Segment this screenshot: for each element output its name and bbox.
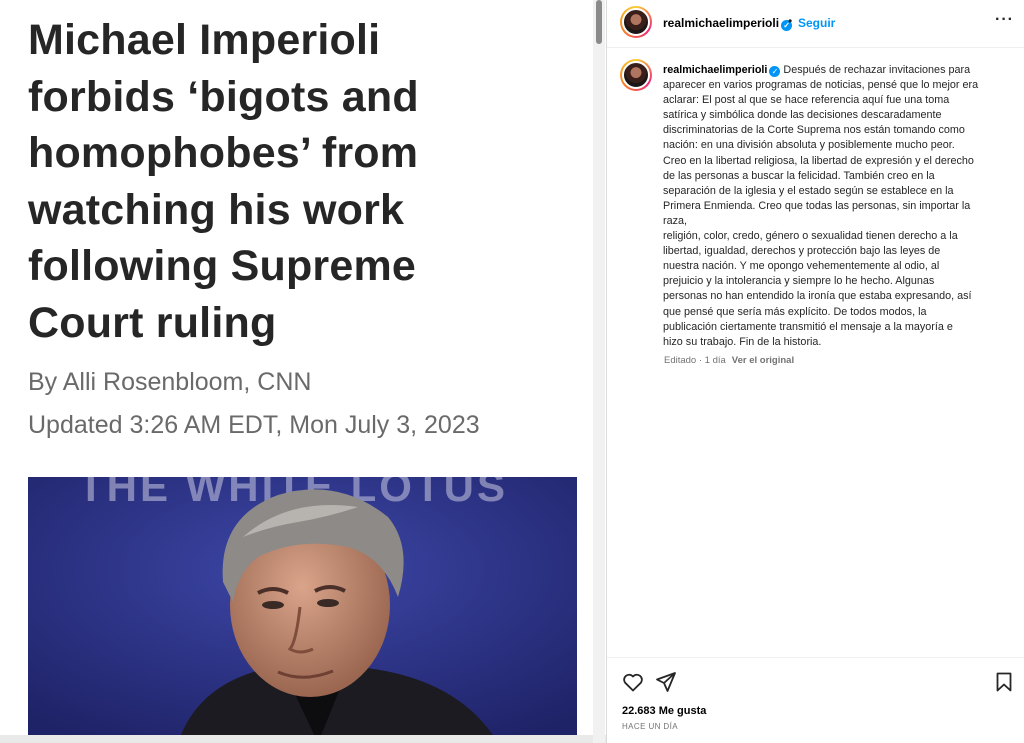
instagram-post-panel: realmichaelimperioli ✓ • Seguir ··· realm…	[606, 0, 1024, 743]
caption-avatar[interactable]	[620, 59, 652, 91]
caption-line: discriminatorias de la Corte Suprema nos…	[663, 124, 965, 137]
verified-badge-icon: ✓	[769, 66, 781, 77]
share-send-icon[interactable]	[654, 670, 678, 694]
headline-line: homophobes’ from	[28, 129, 419, 178]
separator-dot: •	[788, 14, 793, 28]
post-actions: 22.683 Me gusta HACE UN DÍA	[607, 657, 1024, 743]
caption-text: Después de rechazar invitaciones para	[783, 64, 971, 76]
caption-line: nación: en una división absoluta y posib…	[663, 139, 955, 152]
more-options-icon[interactable]: ···	[995, 11, 1014, 29]
likes-count[interactable]: 22.683 Me gusta	[622, 705, 706, 717]
headline-line: Court ruling	[28, 298, 277, 347]
caption-username[interactable]: realmichaelimperioli	[663, 64, 767, 76]
caption-line: raza,	[663, 214, 688, 227]
caption-meta: Editado · 1 día Ver el original	[664, 355, 794, 366]
see-original-link[interactable]: Ver el original	[732, 355, 794, 366]
post-timestamp: HACE UN DÍA	[622, 722, 678, 731]
caption-line: nuestra nación. Y me opongo vehementemen…	[663, 260, 940, 273]
caption-line: Creo en la libertad religiosa, la libert…	[663, 154, 974, 167]
article-headline: Michael Imperioli forbids ‘bigots and ho…	[28, 12, 588, 352]
caption-line: religión, color, credo, género o sexuali…	[663, 230, 958, 243]
post-caption: realmichaelimperioli ✓ Después de rechaza…	[663, 63, 1009, 350]
edited-label: Editado · 1 día	[664, 355, 726, 366]
caption-line: libertad, igualdad, derechos y protecció…	[663, 245, 941, 258]
article-photo: THE WHITE LOTUS	[28, 477, 577, 743]
caption-line: satírica y simbólica donde las decisione…	[663, 109, 942, 122]
headline-line: Michael Imperioli	[28, 16, 381, 64]
article-panel: Michael Imperioli forbids ‘bigots and ho…	[0, 0, 606, 743]
scrollbar-thumb[interactable]	[596, 0, 602, 44]
follow-button[interactable]: Seguir	[798, 16, 835, 30]
caption-line: Primera Enmienda. Creo que todas las per…	[663, 199, 971, 212]
scrollbar[interactable]	[593, 0, 605, 743]
article-updated-timestamp: Updated 3:26 AM EDT, Mon July 3, 2023	[28, 411, 480, 439]
caption-line: hizo su trabajo. Fin de la historia.	[663, 335, 822, 348]
page-bottom-edge	[0, 735, 606, 743]
caption-line: prejuicio y la intolerancia y siempre lo…	[663, 275, 935, 288]
caption-line: de las personas a buscar la felicidad. T…	[663, 169, 935, 182]
save-bookmark-icon[interactable]	[992, 670, 1016, 694]
caption-line: personas no han entendido la ironía que …	[663, 290, 972, 303]
article-byline: By Alli Rosenbloom, CNN	[28, 368, 312, 396]
post-username[interactable]: realmichaelimperioli ✓	[663, 16, 793, 31]
username-text[interactable]: realmichaelimperioli	[663, 16, 779, 30]
post-header: realmichaelimperioli ✓ • Seguir ···	[607, 0, 1024, 48]
caption-line: que pensé que sería más explícito. De to…	[663, 305, 927, 318]
caption-line: separación de la iglesia y el estado seg…	[663, 184, 954, 197]
headline-line: watching his work	[28, 185, 405, 234]
caption-line: aparecer en varios programas de noticias…	[663, 79, 979, 92]
caption-line: aclarar: El post al que se hace referenc…	[663, 94, 950, 107]
headline-line: following Supreme	[28, 242, 417, 291]
actor-portrait-illustration: THE WHITE LOTUS	[28, 477, 577, 743]
caption-line: publicación ciertamente transmitió el me…	[663, 320, 953, 333]
like-heart-icon[interactable]	[621, 670, 645, 694]
caption-line: realmichaelimperioli ✓ Después de rechaza…	[663, 63, 1009, 78]
headline-line: forbids ‘bigots and	[28, 72, 419, 121]
avatar[interactable]	[620, 6, 652, 38]
